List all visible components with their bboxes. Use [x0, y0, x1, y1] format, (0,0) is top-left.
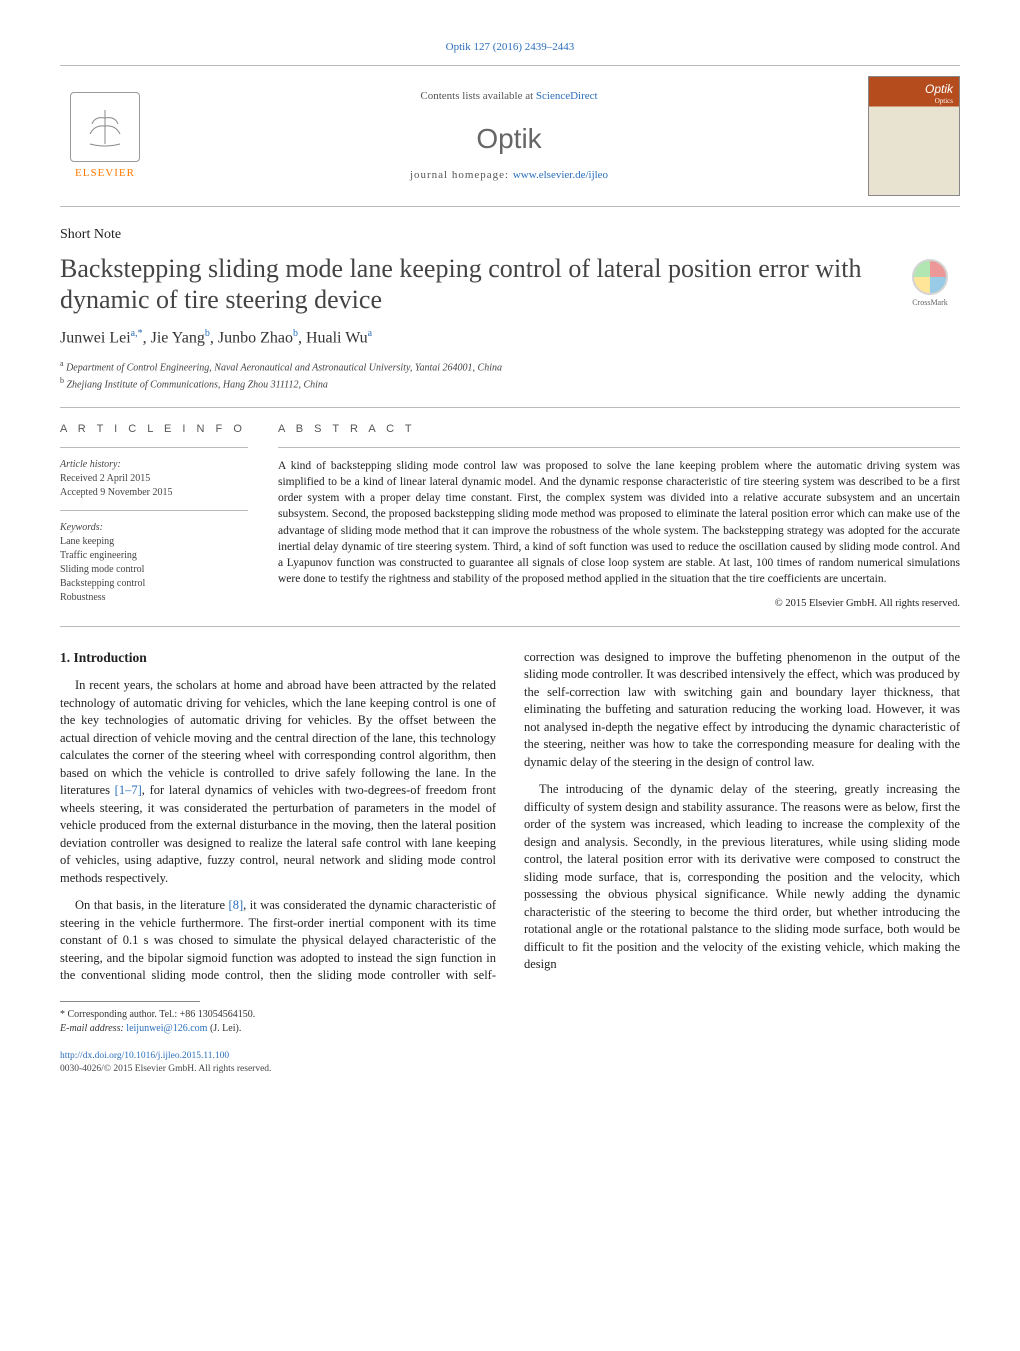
elsevier-wordmark: ELSEVIER: [75, 166, 135, 181]
issn-copyright: 0030-4026/© 2015 Elsevier GmbH. All righ…: [60, 1063, 960, 1076]
crossmark-icon: [912, 259, 948, 295]
section-1-heading: 1. Introduction: [60, 649, 496, 668]
article-type: Short Note: [60, 225, 960, 245]
history-label: Article history:: [60, 458, 248, 472]
keywords-label: Keywords:: [60, 521, 248, 535]
journal-name: Optik: [150, 119, 868, 158]
author-4-affil: a: [368, 328, 372, 339]
homepage-label: journal homepage:: [410, 169, 509, 181]
abstract-heading: A B S T R A C T: [278, 422, 960, 437]
author-3-affil: b: [293, 328, 298, 339]
author-3: Junbo Zhao: [218, 330, 293, 347]
body-text: 1. Introduction In recent years, the sch…: [60, 649, 960, 985]
keyword-4: Backstepping control: [60, 577, 248, 591]
paragraph-1: In recent years, the scholars at home an…: [60, 677, 496, 887]
keyword-1: Lane keeping: [60, 535, 248, 549]
homepage-url[interactable]: www.elsevier.de/ijleo: [513, 169, 608, 181]
crossmark-label: CrossMark: [912, 297, 948, 308]
footnote-separator: [60, 1001, 200, 1002]
doi-link[interactable]: http://dx.doi.org/10.1016/j.ijleo.2015.1…: [60, 1050, 960, 1063]
author-1-affil: a,*: [131, 328, 143, 339]
received-date: Received 2 April 2015: [60, 472, 248, 486]
abstract-panel: A B S T R A C T A kind of backstepping s…: [260, 408, 960, 626]
footnotes: * Corresponding author. Tel.: +86 130545…: [60, 1008, 960, 1036]
journal-banner: ELSEVIER Contents lists available at Sci…: [60, 65, 960, 207]
affiliation-a: Department of Control Engineering, Naval…: [66, 362, 502, 373]
elsevier-logo: ELSEVIER: [60, 92, 150, 181]
author-2-affil: b: [205, 328, 210, 339]
abstract-text: A kind of backstepping sliding mode cont…: [278, 458, 960, 587]
affiliation-b: Zhejiang Institute of Communications, Ha…: [67, 380, 328, 391]
author-2: Jie Yang: [151, 330, 205, 347]
sciencedirect-link[interactable]: ScienceDirect: [536, 90, 598, 102]
abstract-copyright: © 2015 Elsevier GmbH. All rights reserve…: [278, 597, 960, 612]
article-info-panel: A R T I C L E I N F O Article history: R…: [60, 408, 260, 626]
elsevier-tree-icon: [70, 92, 140, 162]
article-title: Backstepping sliding mode lane keeping c…: [60, 253, 890, 315]
journal-cover-thumbnail: Optik Optics: [868, 76, 960, 196]
keyword-2: Traffic engineering: [60, 549, 248, 563]
contents-available-line: Contents lists available at ScienceDirec…: [150, 89, 868, 104]
keyword-5: Robustness: [60, 591, 248, 605]
email-who: (J. Lei).: [210, 1023, 241, 1034]
article-info-heading: A R T I C L E I N F O: [60, 422, 248, 437]
journal-homepage-line: journal homepage: www.elsevier.de/ijleo: [150, 168, 868, 183]
author-4: Huali Wu: [306, 330, 368, 347]
ref-1-7[interactable]: [1–7]: [115, 783, 142, 797]
crossmark-badge[interactable]: CrossMark: [900, 259, 960, 308]
affiliations: a Department of Control Engineering, Nav…: [60, 358, 960, 393]
email-label: E-mail address:: [60, 1023, 124, 1034]
authors-line: Junwei Leia,*, Jie Yangb, Junbo Zhaob, H…: [60, 327, 960, 350]
cover-title: Optik: [925, 81, 953, 98]
header-citation: Optik 127 (2016) 2439–2443: [60, 40, 960, 55]
corresponding-author: * Corresponding author. Tel.: +86 130545…: [60, 1008, 960, 1022]
contents-label: Contents lists available at: [420, 90, 533, 102]
corresponding-email[interactable]: leijunwei@126.com: [126, 1023, 207, 1034]
cover-subtitle: Optics: [935, 97, 953, 107]
author-1: Junwei Lei: [60, 330, 131, 347]
doi-block: http://dx.doi.org/10.1016/j.ijleo.2015.1…: [60, 1050, 960, 1077]
ref-8[interactable]: [8]: [229, 898, 244, 912]
accepted-date: Accepted 9 November 2015: [60, 486, 248, 500]
paragraph-3: The introducing of the dynamic delay of …: [524, 781, 960, 974]
keyword-3: Sliding mode control: [60, 563, 248, 577]
